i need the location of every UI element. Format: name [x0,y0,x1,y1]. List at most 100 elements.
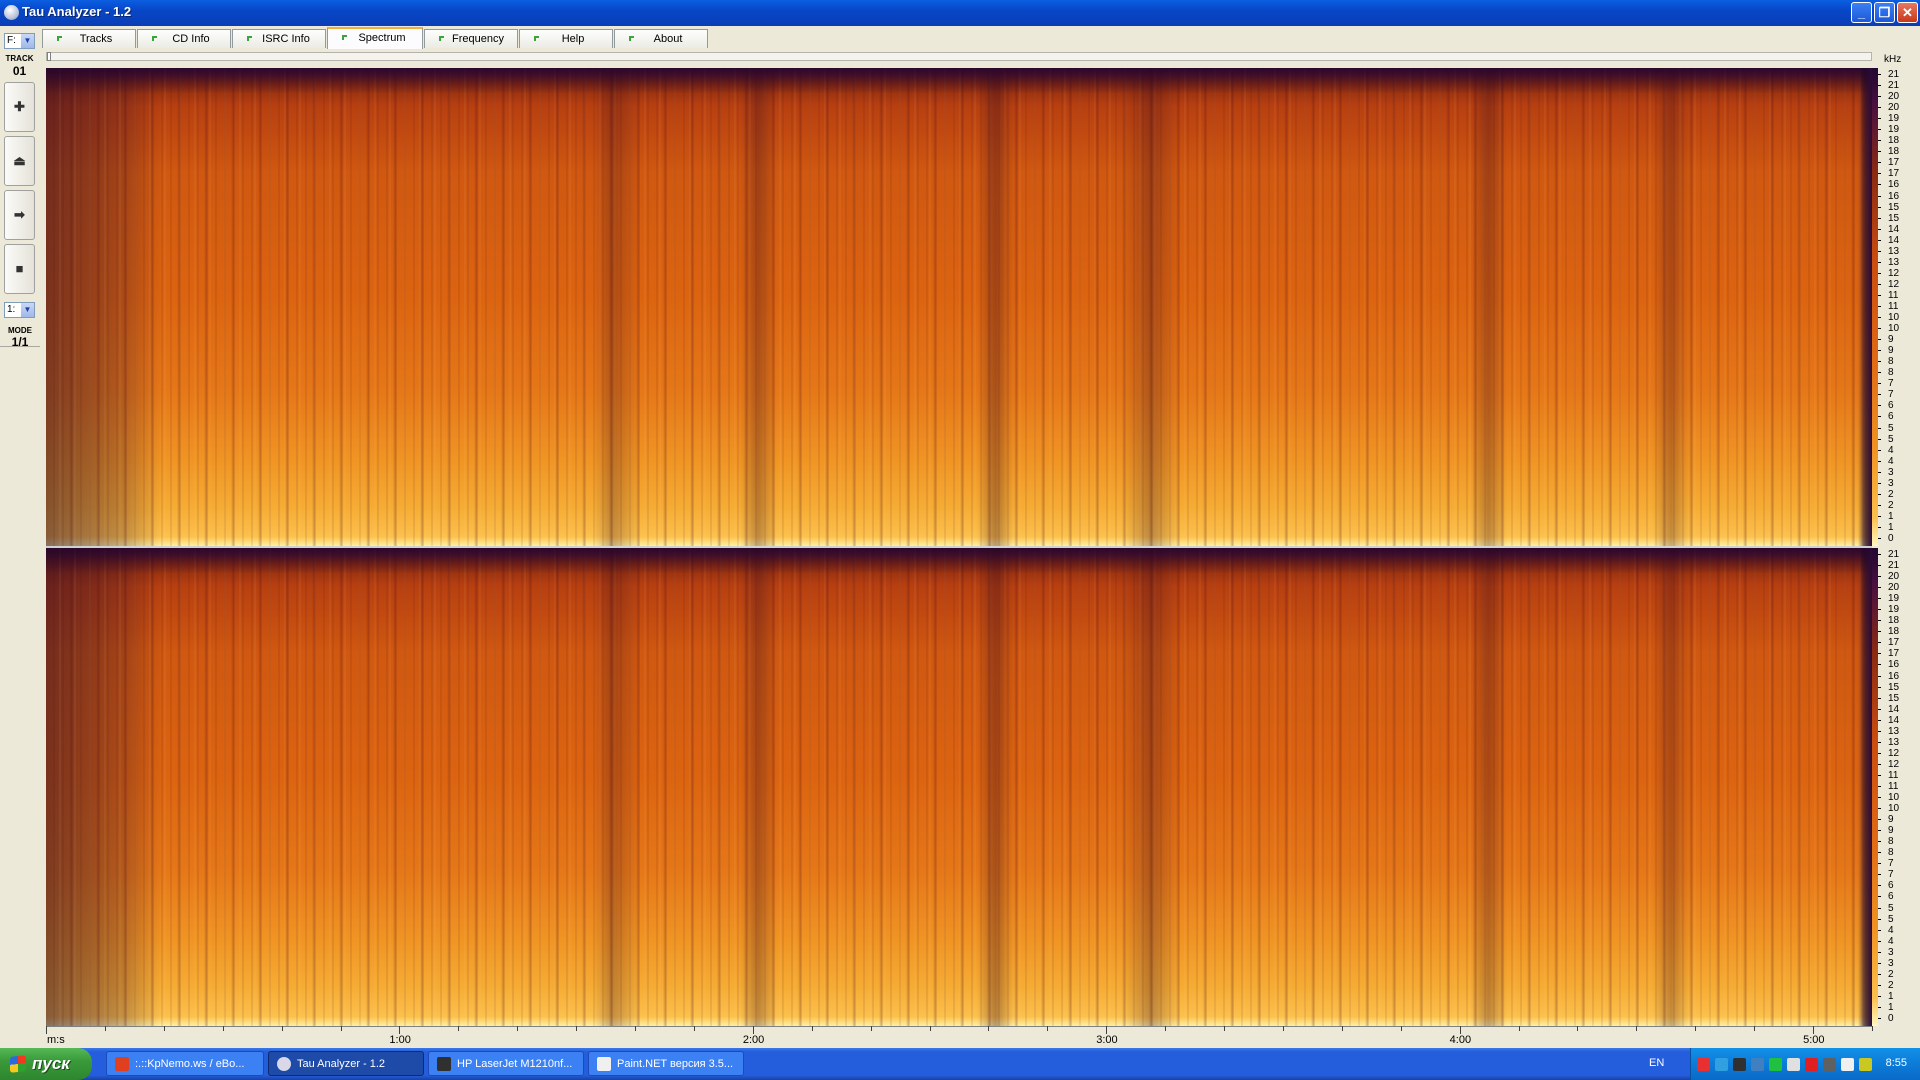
system-tray: 8:55 [1690,1048,1920,1080]
taskbar-item-tau-analyzer[interactable]: Tau Analyzer - 1.2 [268,1051,424,1076]
frequency-tick-text: 14 [1888,223,1900,235]
tab-about[interactable]: About [614,29,708,48]
title-bar[interactable]: Tau Analyzer - 1.2 _ ❐ ✕ [0,0,1920,26]
track-number: 01 [12,64,27,78]
eject-button[interactable]: ⏏ [4,136,35,186]
maximize-button[interactable]: ❐ [1874,2,1895,23]
frequency-tick-text: 13 [1888,256,1900,268]
tab-spectrum[interactable]: Spectrum [327,27,423,49]
frequency-tick-text: 17 [1888,168,1900,180]
frequency-tick-text: 16 [1888,670,1900,682]
time-tick-label: 5:00 [1803,1034,1825,1046]
frequency-tick-text: 0 [1888,533,1894,544]
add-button[interactable]: ✚ [4,82,35,132]
frequency-tick-text: 2 [1888,488,1894,500]
stop-button[interactable]: ■ [4,244,35,294]
frequency-tick-text: 9 [1888,345,1894,357]
frequency-axis-top: 21 21 20 20 19 19 18 18 17 17 16 16 15 15 14 14 13 13 12 12… [1878,68,1920,546]
chevron-down-icon[interactable]: ▼ [21,34,34,48]
tray-icon[interactable] [1823,1058,1836,1071]
time-tick [1047,1026,1049,1031]
tray-icon[interactable] [1697,1058,1710,1071]
spectrogram-channel-1[interactable] [46,68,1872,546]
tab-help[interactable]: Help [519,29,613,48]
frequency-tick-text: 6 [1888,400,1894,412]
close-button[interactable]: ✕ [1897,2,1918,23]
frequency-tick-text: 14 [1888,234,1900,246]
frequency-tick-text: 7 [1888,378,1894,390]
frequency-tick-text: 7 [1888,389,1894,401]
taskbar-item-printer[interactable]: HP LaserJet M1210nf... [428,1051,584,1076]
frequency-tick-text: 19 [1888,124,1900,136]
drive-select[interactable]: F: ▼ [4,33,35,49]
tray-icon[interactable] [1751,1058,1764,1071]
frequency-tick-text: 14 [1888,703,1900,715]
printer-icon [437,1057,451,1071]
frequency-tick-text: 21 [1888,560,1900,572]
tray-icon[interactable] [1715,1058,1728,1071]
frequency-tick-text: 20 [1888,571,1900,583]
tab-label: Frequency [452,33,504,45]
frequency-tick-text: 13 [1888,245,1900,257]
frequency-tick-text: 7 [1888,869,1894,881]
frequency-tick-text: 13 [1888,736,1900,748]
frequency-tick-text: 5 [1888,433,1894,445]
tray-icon[interactable] [1805,1058,1818,1071]
frequency-tick-text: 12 [1888,278,1900,290]
time-tick-label: 2:00 [742,1034,765,1046]
time-tick [222,1026,224,1031]
tab-tracks[interactable]: Tracks [42,29,136,48]
language-indicator[interactable]: EN [1649,1057,1664,1069]
tab-cd-info[interactable]: CD Info [137,29,231,48]
tab-frequency[interactable]: Frequency [424,29,518,48]
time-tick [1577,1026,1579,1031]
tab-isrc-info[interactable]: ISRC Info [232,29,326,48]
browser-icon [115,1057,129,1071]
frequency-tick-text: 19 [1888,604,1900,616]
taskbar-item-label: Tau Analyzer - 1.2 [297,1058,386,1070]
seek-thumb[interactable] [47,52,51,61]
frequency-tick-text: 18 [1888,626,1900,638]
time-tick [458,1026,460,1031]
next-button[interactable]: ➡ [4,190,35,240]
app-icon[interactable] [4,5,19,20]
time-tick [752,1026,754,1034]
frequency-tick-text: 16 [1888,659,1900,671]
minimize-button[interactable]: _ [1851,2,1872,23]
seek-bar[interactable] [46,52,1872,61]
time-tick [517,1026,519,1031]
spectrogram-channel-2[interactable] [46,548,1872,1026]
tray-icon[interactable] [1841,1058,1854,1071]
tray-icon[interactable] [1787,1058,1800,1071]
frequency-tick-text: 11 [1888,769,1899,781]
frequency-tick-text: 15 [1888,681,1900,693]
frequency-tick-text: 15 [1888,692,1900,704]
frequency-tick-text: 10 [1888,792,1900,804]
time-tick [281,1026,283,1031]
frequency-tick-text: 12 [1888,267,1900,279]
tray-icon[interactable] [1769,1058,1782,1071]
frequency-tick-text: 11 [1888,289,1899,301]
start-button[interactable]: пуск [0,1048,92,1080]
frequency-axis-bottom: 21 21 20 20 19 19 18 18 17 17 16 16 15 15 14 14 13 13 12 12… [1878,548,1920,1026]
time-tick [340,1026,342,1031]
chevron-down-icon[interactable]: ▼ [21,303,34,317]
frequency-tick-text: 18 [1888,146,1900,158]
time-tick [693,1026,695,1031]
mode-label: MODE [8,326,32,335]
time-tick [1636,1026,1638,1031]
spectrogram-dark-bands [46,548,1872,1026]
mode-select[interactable]: 1: ▼ [4,302,35,318]
frequency-tick-text: 4 [1888,935,1894,947]
tray-icon[interactable] [1733,1058,1746,1071]
frequency-tick-text: 17 [1888,648,1900,660]
time-tick [929,1026,931,1031]
tab-label: ISRC Info [262,33,310,45]
taskbar-item-paint-net[interactable]: Paint.NET версия 3.5... [588,1051,744,1076]
frequency-tick-text: 20 [1888,582,1900,594]
tray-icon[interactable] [1859,1058,1872,1071]
frequency-tick-text: 8 [1888,356,1894,368]
taskbar-item-browser[interactable]: :.::KpNemo.ws / eBo... [106,1051,264,1076]
clock[interactable]: 8:55 [1886,1057,1907,1069]
frequency-tick-text: 8 [1888,847,1894,859]
